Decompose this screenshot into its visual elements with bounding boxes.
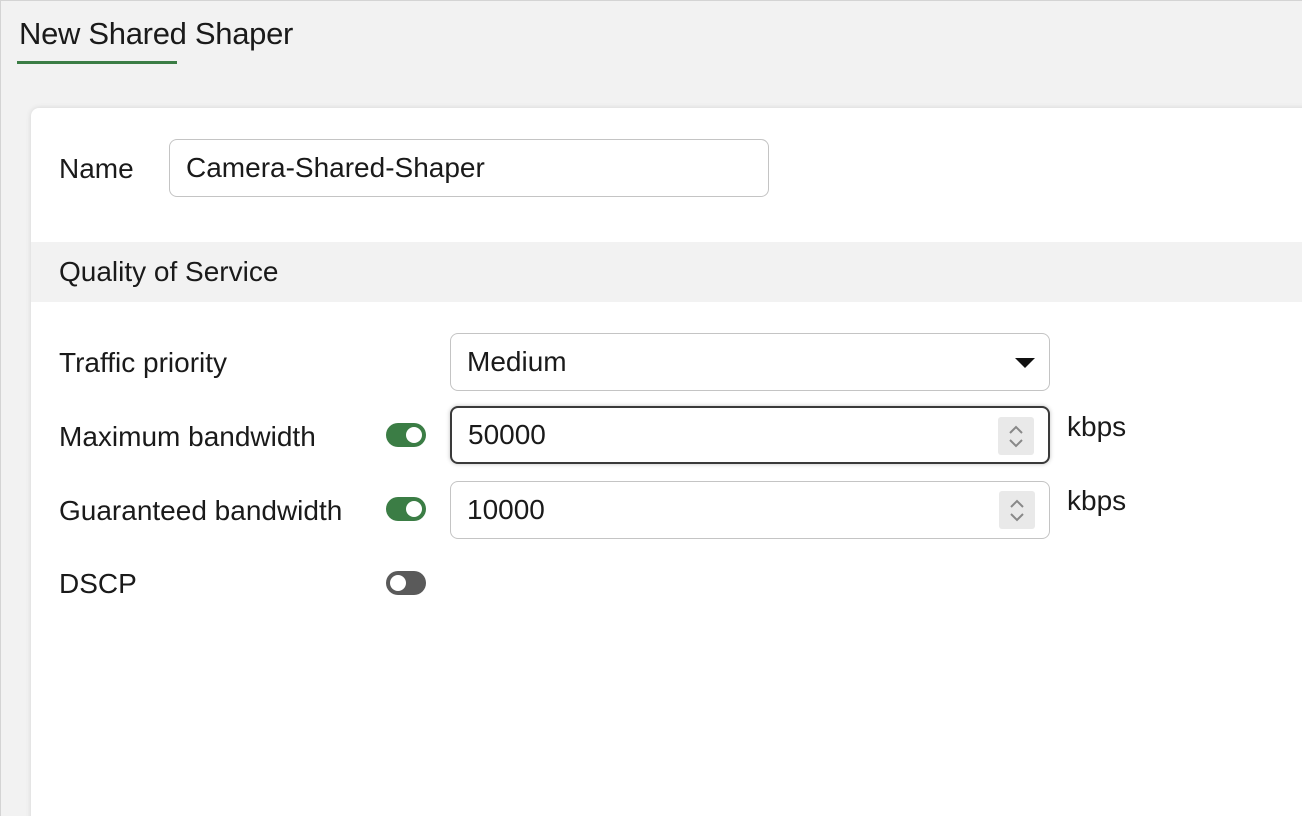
name-label: Name xyxy=(59,153,134,184)
dscp-toggle[interactable] xyxy=(386,571,426,595)
page-title: New Shared Shaper xyxy=(19,16,294,51)
toggle-knob xyxy=(390,575,406,591)
page: New Shared Shaper Name Camera-Shared-Sha… xyxy=(0,0,1302,816)
traffic-priority-label: Traffic priority xyxy=(59,347,228,378)
name-input-value: Camera-Shared-Shaper xyxy=(186,152,485,183)
toggle-knob xyxy=(406,427,422,443)
page-header: New Shared Shaper xyxy=(17,15,294,64)
dscp-label: DSCP xyxy=(59,568,137,599)
toggle-knob xyxy=(406,501,422,517)
maximum-bandwidth-input[interactable]: 50000 xyxy=(450,406,1050,464)
spinner-arrows-icon[interactable] xyxy=(999,491,1035,529)
spinner-arrows-icon[interactable] xyxy=(998,417,1034,455)
maximum-bandwidth-value: 50000 xyxy=(468,419,546,450)
caret-down-icon xyxy=(1015,358,1035,368)
active-tab-underline xyxy=(17,61,177,64)
maximum-bandwidth-toggle[interactable] xyxy=(386,423,426,447)
traffic-priority-selected: Medium xyxy=(467,346,567,377)
guaranteed-bandwidth-input[interactable]: 10000 xyxy=(450,481,1050,539)
guaranteed-bandwidth-value: 10000 xyxy=(467,494,545,525)
guaranteed-bandwidth-label: Guaranteed bandwidth xyxy=(59,495,343,526)
maximum-bandwidth-label: Maximum bandwidth xyxy=(59,421,316,452)
traffic-priority-select[interactable]: Medium xyxy=(450,333,1050,391)
section-title: Quality of Service xyxy=(59,256,279,287)
section-header-quality-of-service: Quality of Service xyxy=(31,242,1302,302)
form-card: Name Camera-Shared-Shaper Quality of Ser… xyxy=(31,108,1302,816)
guaranteed-bandwidth-unit: kbps xyxy=(1067,485,1127,516)
maximum-bandwidth-unit: kbps xyxy=(1067,411,1127,442)
name-input[interactable]: Camera-Shared-Shaper xyxy=(169,139,769,197)
guaranteed-bandwidth-toggle[interactable] xyxy=(386,497,426,521)
